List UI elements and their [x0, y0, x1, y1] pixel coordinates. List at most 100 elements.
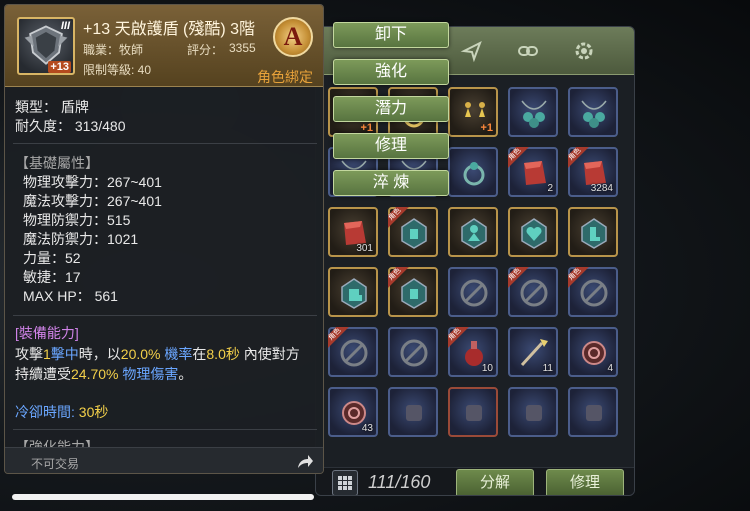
inventory-slot[interactable]: 角色 — [388, 267, 438, 317]
inventory-slot[interactable] — [568, 207, 618, 257]
character-ribbon: 角色 — [568, 267, 590, 289]
text-part: 持續遭受 — [15, 366, 71, 382]
home-indicator — [12, 494, 314, 500]
ribbon-label: 角色 — [328, 327, 350, 349]
menu-enhance[interactable]: 強化 — [333, 59, 449, 85]
share-icon[interactable] — [295, 452, 315, 472]
text-part: 在 — [192, 346, 207, 362]
inventory-slot[interactable]: 11 — [508, 327, 558, 377]
menu-refine[interactable]: 淬 煉 — [333, 170, 449, 196]
inventory-slot[interactable]: 角色 — [568, 267, 618, 317]
equip-ability-title: [裝備能力] — [15, 325, 79, 341]
tab-arrow[interactable] — [456, 35, 488, 67]
bound-status: 角色綁定 — [257, 69, 313, 85]
menu-unequip[interactable]: 卸下 — [333, 22, 449, 48]
slot-quantity: 43 — [361, 423, 373, 434]
text-part: 20.0% — [120, 346, 161, 362]
inventory-slot[interactable]: 角色 — [388, 207, 438, 257]
inventory-slot[interactable]: +1 — [448, 87, 498, 137]
ribbon-label: 角色 — [508, 267, 530, 289]
arrow-icon — [460, 40, 482, 63]
stat-line: MAX HP： 561 — [23, 288, 118, 304]
menu-repair[interactable]: 修理 — [333, 133, 449, 159]
slot-quantity: 11 — [542, 363, 553, 374]
equip-ability-line-1: 攻擊1擊中時，以20.0% 機率在8.0秒 內使對方 — [15, 344, 300, 364]
inventory-slot[interactable]: 角色 3284 — [568, 147, 618, 197]
stat-line: 魔法攻擊力：267~401 — [23, 193, 162, 209]
text-part: 擊中 — [50, 346, 79, 362]
base-stats-title: 【基礎屬性】 — [15, 155, 99, 171]
inventory-slot[interactable] — [508, 387, 558, 437]
stat-line: 物理防禦力：515 — [23, 212, 131, 228]
text-part: 物理傷害 — [118, 366, 179, 382]
ribbon-label: 角色 — [568, 267, 590, 289]
inventory-slot[interactable]: 4 — [568, 327, 618, 377]
ribbon-label: 角色 — [508, 147, 530, 169]
plate-glove-icon — [341, 278, 367, 309]
inventory-slot[interactable] — [568, 87, 618, 137]
inventory-slot[interactable] — [568, 387, 618, 437]
item-type: 類型： 盾牌 — [15, 99, 89, 115]
necklace-icon — [581, 100, 607, 128]
menu-potential[interactable]: 潛力 — [333, 96, 449, 122]
level-requirement: 限制等級: 40 — [83, 63, 152, 77]
item-icon: III +13 — [17, 17, 75, 75]
gear-icon — [575, 42, 593, 60]
slot-enchant: +1 — [480, 122, 493, 134]
inventory-slot[interactable] — [448, 267, 498, 317]
decompose-button[interactable]: 分解 — [456, 469, 534, 495]
slot-quantity: 3284 — [590, 183, 613, 194]
inventory-slot[interactable]: 角色 2 — [508, 147, 558, 197]
character-ribbon: 角色 — [388, 207, 410, 229]
inventory-footer: 111/160 分解 修理 — [316, 467, 634, 495]
text-part: 攻擊 — [15, 346, 43, 362]
inventory-slot[interactable] — [508, 87, 558, 137]
text-part: 24.70% — [71, 366, 119, 382]
inventory-slot[interactable]: 301 — [328, 207, 378, 257]
inventory-slot[interactable]: 角色 — [508, 267, 558, 317]
tier-badge: III — [60, 20, 70, 32]
forbidden-icon — [460, 279, 488, 307]
item-icon — [406, 405, 422, 421]
inventory-slot[interactable] — [508, 207, 558, 257]
character-ribbon: 角色 — [448, 327, 470, 349]
slot-quantity: 4 — [607, 363, 613, 374]
slot-quantity: 10 — [481, 363, 493, 374]
character-ribbon: 角色 — [508, 267, 530, 289]
equip-ability-line-2: 持續遭受24.70% 物理傷害。 — [15, 364, 192, 384]
ribbon-label: 角色 — [388, 207, 410, 229]
inventory-slot[interactable] — [448, 207, 498, 257]
repair-all-button[interactable]: 修理 — [546, 469, 624, 495]
stat-line: 敏捷：17 — [23, 269, 81, 285]
ring-blue-icon — [463, 162, 485, 186]
grid-view-button[interactable] — [332, 470, 358, 495]
item-name: +13 天啟護盾 (殘酷) 3階 — [83, 21, 256, 38]
text-part: 機率 — [160, 346, 193, 362]
ribbon-label: 角色 — [568, 147, 590, 169]
link-icon — [518, 46, 538, 56]
character-ribbon: 角色 — [388, 267, 410, 289]
item-icon — [526, 405, 542, 421]
stat-line: 物理攻擊力：267~401 — [23, 174, 162, 190]
plate-figure-icon — [461, 218, 487, 249]
ribbon-label: 角色 — [448, 327, 470, 349]
inventory-slot[interactable] — [328, 267, 378, 317]
character-ribbon: 角色 — [328, 327, 350, 349]
plate-boot-icon — [581, 218, 607, 249]
inventory-slot[interactable] — [388, 387, 438, 437]
tab-link[interactable] — [512, 35, 544, 67]
inventory-slot[interactable] — [448, 147, 498, 197]
necklace-icon — [521, 100, 547, 128]
inventory-slot[interactable]: 角色 10 — [448, 327, 498, 377]
inventory-slot[interactable] — [448, 387, 498, 437]
forbidden-icon — [400, 339, 428, 367]
inventory-slot[interactable]: 43 — [328, 387, 378, 437]
score-value: 3355 — [229, 41, 256, 55]
inventory-slot[interactable]: 角色 — [328, 327, 378, 377]
slot-quantity: 2 — [547, 183, 553, 194]
grade-badge: A — [273, 17, 313, 57]
tab-settings[interactable] — [568, 35, 600, 67]
text-part: 1 — [43, 346, 51, 362]
inventory-slot[interactable] — [388, 327, 438, 377]
ribbon-label: 角色 — [388, 267, 410, 289]
